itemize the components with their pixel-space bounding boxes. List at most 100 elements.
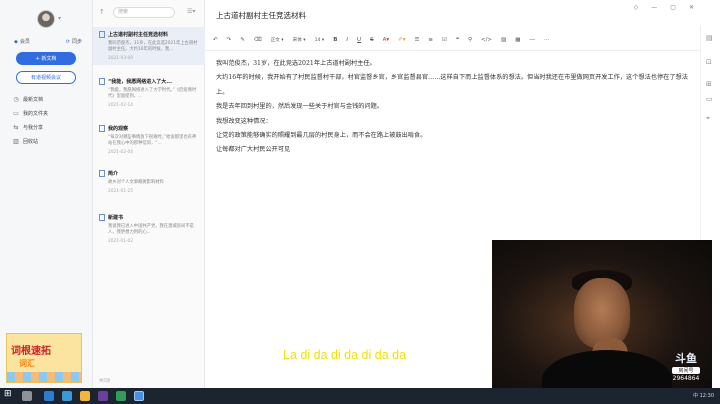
note-list-header: ↑ 搜索 ☰▾ (93, 0, 205, 25)
note-date: 2021-01-02 (108, 239, 133, 244)
video-meeting-button[interactable]: 有道视频会议 (16, 71, 76, 84)
font-size-select[interactable]: 14 ▾ (315, 38, 325, 43)
sync-link[interactable]: ⟳ 同步 (66, 38, 82, 45)
trash-icon: ▥ (13, 137, 19, 145)
note-title: 新建书 (108, 215, 124, 221)
share-icon[interactable]: ⊞ (706, 80, 712, 88)
note-title: “我能，我愿网络进入了大... (108, 79, 172, 85)
sync-icon: ⟳ (65, 39, 70, 45)
share-icon: ⇆ (13, 123, 19, 131)
document-body[interactable]: 我叫范俊杰，31岁，在此竞选2021年上古道村副村主任。 大约16年的时候，我开… (216, 57, 696, 158)
window-controls: ◇ — ▢ ✕ (634, 4, 694, 11)
app-icon[interactable] (62, 391, 72, 401)
redo-icon[interactable]: ↷ (227, 37, 232, 43)
divider-icon[interactable]: ― (529, 37, 535, 43)
image-icon[interactable]: ▨ (501, 37, 506, 43)
list-item[interactable]: 简介 故乡对个人文章概要影响材料 2021-01-25 (93, 166, 205, 198)
sort-icon[interactable]: ☰▾ (187, 8, 195, 15)
note-snippet: 故乡对个人文章概要影响材料 (108, 180, 164, 185)
document-icon (99, 214, 105, 221)
bold-icon[interactable]: B (333, 37, 337, 43)
paragraph: 让每都对广大村民公开可见 (216, 146, 291, 154)
windows-start-icon[interactable]: ⊞ (4, 389, 12, 399)
note-title: 我的观察 (108, 126, 129, 132)
back-arrow-icon[interactable]: ↑ (99, 8, 105, 16)
italic-icon[interactable]: I (346, 37, 348, 43)
note-snippet: 我叫范俊杰，31岁，在此竞选2021年上古道村副村主任。大约16年的时候，我..… (108, 41, 198, 52)
sidebar-item-folders[interactable]: ▭ 我的文件夹 (12, 106, 88, 120)
format-toolbar: ↶ ↷ ✎ ⌫ 正文 ▾ 宋体 ▾ 14 ▾ B I U S A▾ ✐▾ ☰ ≡… (213, 34, 693, 46)
stream-subtitle: La di da di da di da da (283, 348, 407, 362)
close-icon[interactable]: ✕ (689, 4, 694, 11)
sidebar-item-trash[interactable]: ▥ 回收站 (12, 134, 88, 148)
avatar[interactable] (37, 10, 55, 28)
chevron-down-icon[interactable]: ▾ (58, 15, 61, 22)
format-brush-icon[interactable]: ✎ (240, 37, 245, 43)
note-date: 2021-03-09 (108, 56, 133, 61)
promo-line-2: 词汇 (19, 359, 35, 368)
notes-app-icon[interactable] (134, 391, 144, 401)
paragraph: 我叫范俊杰，31岁，在此竞选2021年上古道村副村主任。 (216, 60, 376, 67)
pin-icon[interactable]: ◇ (634, 4, 639, 11)
font-color-icon[interactable]: A▾ (383, 37, 390, 43)
font-family-select[interactable]: 宋体 ▾ (293, 37, 306, 43)
paragraph: 我是去年回到村里的，然后发现一些关于村官与金钱的问题。 (216, 103, 384, 111)
maximize-icon[interactable]: ▢ (670, 4, 676, 11)
highlight-icon[interactable]: ✐▾ (398, 37, 405, 43)
paragraph-style-select[interactable]: 正文 ▾ (271, 37, 284, 43)
strikethrough-icon[interactable]: S (370, 37, 374, 43)
sidebar-nav: ◷ 最新文档 ▭ 我的文件夹 ⇆ 与我分享 ▥ 回收站 (12, 92, 88, 148)
list-item[interactable]: “我能，我愿网络进入了大... “我能，我愿网络进入了大学时代。”《后疫情时代》… (93, 74, 205, 112)
underline-icon[interactable]: U (357, 37, 361, 43)
clear-format-icon[interactable]: ⌫ (254, 37, 262, 43)
clock-icon: ◷ (13, 95, 19, 103)
app-icon[interactable] (116, 391, 126, 401)
promo-line-1: 词根速拓 (11, 346, 51, 357)
sidebar-item-shared[interactable]: ⇆ 与我分享 (12, 120, 88, 134)
more-icon[interactable]: ⋯ (544, 37, 550, 43)
note-snippet: “每次对哪些事情放下很难时，”他说那里也有神站在我心中的那种信仰，“... (108, 135, 197, 146)
note-count: 共5项 (99, 379, 111, 384)
table-icon[interactable]: ▦ (515, 37, 520, 43)
folder-icon[interactable] (80, 391, 90, 401)
list-item[interactable]: 新建书 我说我已进入中国共产党，我在澳城房间不是人，我更想力用的心... 202… (93, 210, 205, 248)
logo-sub: 房间号 (672, 367, 700, 374)
note-date: 2021-02-14 (108, 103, 133, 108)
app-icon[interactable] (98, 391, 108, 401)
minimize-icon[interactable]: — (651, 4, 657, 11)
list-item[interactable]: 上古道村副村主任竞选材料 我叫范俊杰，31岁，在此竞选2021年上古道村副村主任… (93, 27, 205, 65)
promo-banner[interactable]: 词根速拓 词汇 (6, 333, 82, 383)
comment-icon[interactable]: ▭ (706, 95, 713, 103)
promo-illustration (7, 372, 81, 382)
douyu-logo: 斗鱼 房间号 2964864 (668, 350, 704, 382)
quote-icon[interactable]: ❝ (456, 37, 459, 43)
outline-icon[interactable]: ▤ (706, 34, 713, 42)
unordered-list-icon[interactable]: ☰ (414, 37, 419, 43)
search-input[interactable]: 搜索 (113, 7, 175, 18)
page-title[interactable]: 上古道村副村主任竞选材料 (216, 10, 306, 21)
note-title: 上古道村副村主任竞选材料 (108, 32, 169, 38)
new-document-button[interactable]: + 新文档 (16, 52, 76, 65)
history-icon[interactable]: ⊡ (706, 58, 712, 66)
paragraph: 我想改变这种情况： (216, 117, 272, 125)
person-body (542, 350, 672, 388)
code-icon[interactable]: </> (481, 37, 492, 43)
undo-icon[interactable]: ↶ (213, 37, 218, 43)
checklist-icon[interactable]: ☑ (442, 37, 447, 43)
note-snippet: 我说我已进入中国共产党，我在澳城房间不是人，我更想力用的心... (108, 224, 194, 235)
paragraph: 让党的政策能够确实的照耀到最几层的村民身上，而不会在路上被鼓出啃食。 (216, 132, 427, 140)
ordered-list-icon[interactable]: ≡ (428, 37, 433, 43)
link-icon[interactable]: ⚲ (468, 37, 472, 43)
list-item[interactable]: 我的观察 “每次对哪些事情放下很难时，”他说那里也有神站在我心中的那种信仰，“.… (93, 121, 205, 159)
note-date: 2021-02-04 (108, 150, 133, 155)
room-number: 2964864 (672, 375, 700, 382)
search-icon[interactable] (22, 391, 32, 401)
member-link[interactable]: ◆ 会员 (14, 38, 30, 45)
vscode-icon[interactable] (44, 391, 54, 401)
document-icon (99, 78, 105, 85)
sidebar-item-recent[interactable]: ◷ 最新文档 (12, 92, 88, 106)
more-icon[interactable]: ⌖ (706, 114, 710, 123)
note-list: ↑ 搜索 ☰▾ 上古道村副村主任竞选材料 我叫范俊杰，31岁，在此竞选2021年… (93, 0, 205, 388)
system-tray[interactable]: 中 12:30 (693, 392, 714, 399)
document-icon (99, 125, 105, 132)
